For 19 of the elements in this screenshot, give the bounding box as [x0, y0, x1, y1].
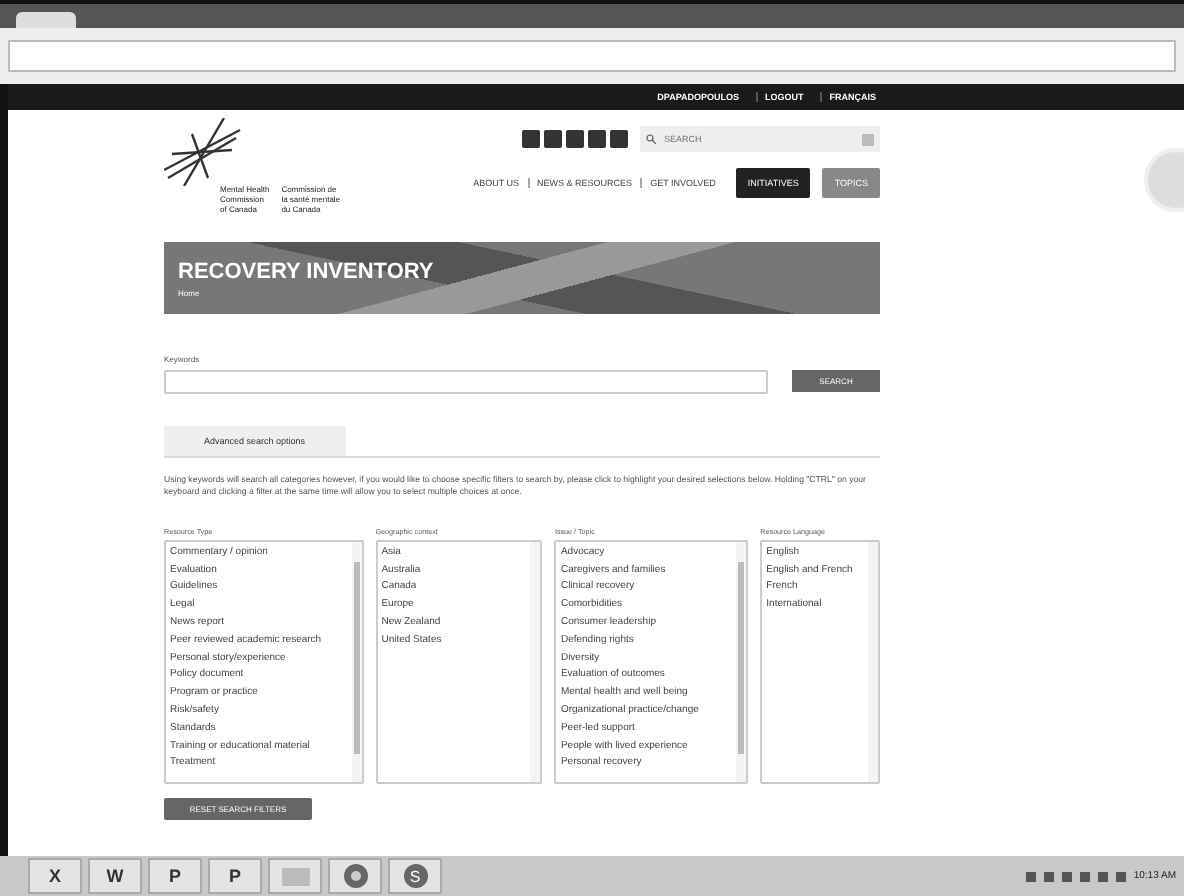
taskbar-app-icon[interactable]: P	[208, 858, 262, 894]
scrollbar[interactable]	[530, 541, 541, 782]
filter-list[interactable]	[164, 539, 364, 784]
scrollbar[interactable]	[736, 541, 747, 782]
search-icon	[646, 134, 656, 144]
taskbar-app-icon[interactable]: P	[148, 858, 202, 894]
taskbar-app-icon[interactable]: W	[88, 858, 142, 894]
address-bar[interactable]	[8, 40, 1176, 72]
scrollbar[interactable]	[351, 541, 362, 782]
scrollbar[interactable]	[868, 541, 878, 782]
page-title: RECOVERY INVENTORY	[178, 259, 436, 283]
taskbar-app-icon[interactable]: S	[388, 858, 442, 894]
browser-tab[interactable]	[16, 12, 76, 28]
search-submit-button[interactable]	[862, 133, 874, 145]
starburst-logo-icon	[164, 118, 244, 186]
browser-taskbar-icon[interactable]	[328, 858, 382, 894]
keywords-field[interactable]	[164, 370, 768, 394]
taskbar-app-icon[interactable]: X	[28, 858, 82, 894]
filter-list[interactable]	[554, 539, 749, 784]
